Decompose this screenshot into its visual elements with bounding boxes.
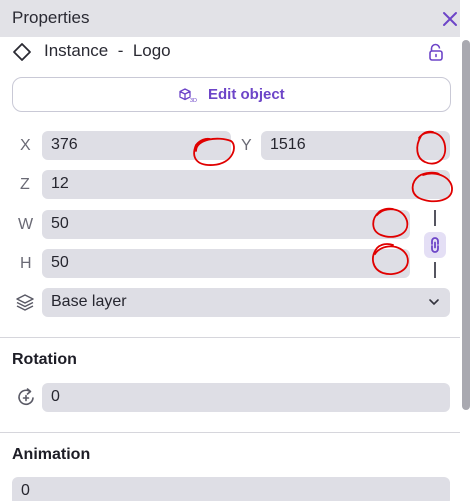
animation-input[interactable]: 0 <box>12 477 450 501</box>
instance-label: Instance - Logo <box>44 41 171 60</box>
link-line-bottom <box>434 262 436 278</box>
rotate-icon <box>18 388 34 406</box>
lock-icon[interactable] <box>428 43 444 61</box>
annotation-circle <box>193 137 235 166</box>
rotation-title: Rotation <box>12 351 77 368</box>
cube-3d-icon: 3D <box>179 88 197 103</box>
x-value: 376 <box>51 136 78 153</box>
scrollbar-thumb[interactable] <box>462 40 470 410</box>
annotation-circle <box>416 130 447 165</box>
width-input[interactable]: 50 <box>42 210 410 239</box>
z-value: 12 <box>51 175 69 192</box>
section-divider <box>0 432 460 433</box>
annotation-circle <box>372 243 409 275</box>
section-divider <box>0 337 460 338</box>
h-label: H <box>20 255 32 272</box>
instance-row: Instance - Logo <box>12 40 452 64</box>
layer-value: Base layer <box>51 293 127 310</box>
x-label: X <box>20 137 31 154</box>
diamond-icon <box>13 43 31 61</box>
aspect-lock-toggle[interactable] <box>424 232 446 258</box>
link-line-top <box>434 210 436 226</box>
height-input[interactable]: 50 <box>42 249 410 278</box>
rotation-value: 0 <box>51 388 60 405</box>
width-value: 50 <box>51 215 69 232</box>
y-value: 1516 <box>270 136 306 153</box>
panel-header: Properties <box>0 0 460 37</box>
svg-text:3D: 3D <box>190 98 197 103</box>
animation-title: Animation <box>12 446 91 463</box>
layers-icon <box>16 294 34 311</box>
y-label: Y <box>241 137 252 154</box>
z-label: Z <box>20 176 30 193</box>
layer-select[interactable]: Base layer <box>42 288 450 317</box>
close-icon[interactable] <box>441 10 459 28</box>
panel-title: Properties <box>12 8 90 27</box>
z-input[interactable]: 12 <box>42 170 450 199</box>
annotation-circle <box>372 207 409 238</box>
edit-object-label: Edit object <box>208 86 285 103</box>
chain-link-icon <box>431 237 439 253</box>
edit-object-button[interactable]: 3D Edit object <box>12 77 451 112</box>
chevron-down-icon[interactable] <box>428 297 440 307</box>
animation-value: 0 <box>21 482 30 499</box>
w-label: W <box>18 216 34 233</box>
height-value: 50 <box>51 254 69 271</box>
rotation-input[interactable]: 0 <box>42 383 450 412</box>
annotation-circle <box>411 171 453 203</box>
